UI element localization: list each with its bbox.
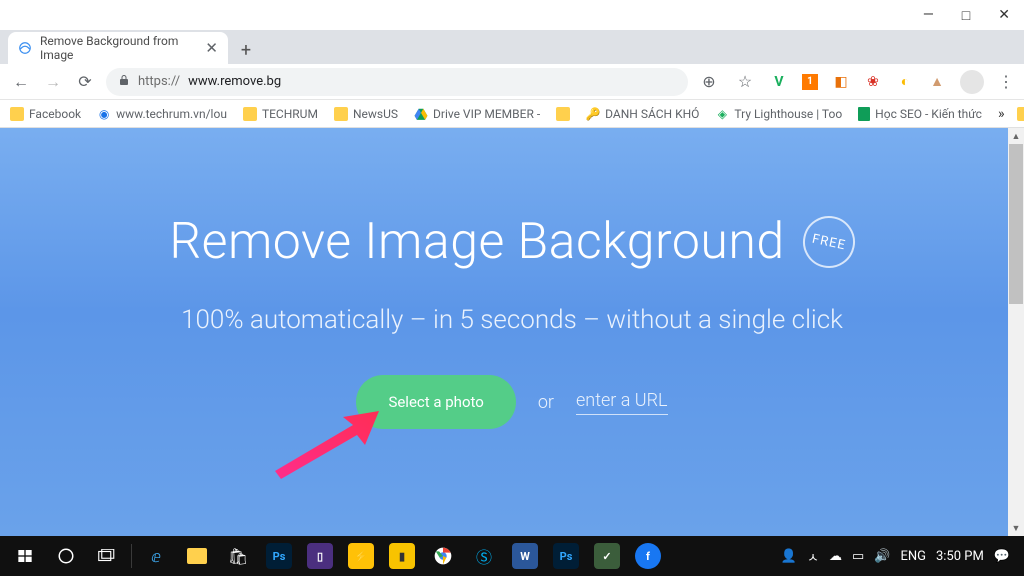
extension-icon-1[interactable]: V: [770, 73, 788, 91]
folder-icon: [334, 107, 348, 121]
bookmark-item[interactable]: NewsUS: [334, 107, 398, 121]
nav-back-button[interactable]: ←: [10, 71, 32, 93]
nav-reload-button[interactable]: ⟳: [74, 71, 96, 93]
app-icon[interactable]: Ps: [547, 536, 585, 576]
onedrive-icon[interactable]: ☁: [829, 549, 842, 564]
folder-icon: [1017, 107, 1024, 121]
extension-icon-5[interactable]: ◐: [896, 73, 914, 91]
app-icon[interactable]: ⚡: [342, 536, 380, 576]
bookmark-label: Học SEO - Kiến thức: [875, 107, 982, 121]
browser-menu-button[interactable]: ⋮: [998, 72, 1014, 91]
bookmark-item[interactable]: ◈ Try Lighthouse | Too: [715, 107, 842, 121]
people-icon[interactable]: 👤: [781, 549, 797, 564]
extension-icon-3[interactable]: ◧: [832, 73, 850, 91]
word-icon[interactable]: W: [506, 536, 544, 576]
tab-close-button[interactable]: ✕: [205, 39, 218, 57]
new-tab-button[interactable]: +: [232, 36, 260, 64]
extension-icon-6[interactable]: ▲: [928, 73, 946, 91]
bookmark-item[interactable]: 🔑 DANH SÁCH KHÓ: [586, 107, 699, 121]
app-icon[interactable]: ▮: [383, 536, 421, 576]
lock-icon: [118, 74, 130, 90]
bookmark-label: Try Lighthouse | Too: [734, 107, 842, 121]
lighthouse-icon: ◈: [715, 107, 729, 121]
extension-icon-2[interactable]: 1: [802, 74, 818, 90]
hero-subtitle: 100% automatically – in 5 seconds – with…: [0, 305, 1024, 335]
scroll-down-arrow-icon[interactable]: ▼: [1008, 520, 1024, 536]
edge-icon[interactable]: ⅇ: [137, 536, 175, 576]
scroll-up-arrow-icon[interactable]: ▲: [1008, 128, 1024, 144]
cortana-icon[interactable]: [47, 536, 85, 576]
folder-icon: [243, 107, 257, 121]
extension-icon-4[interactable]: ❀: [864, 73, 882, 91]
skype-icon[interactable]: Ⓢ: [465, 536, 503, 576]
gdrive-icon: [414, 107, 428, 121]
window-close-button[interactable]: ✕: [998, 7, 1010, 23]
address-bar: ← → ⟳ https://www.remove.bg ⊕ ☆ V 1 ◧ ❀ …: [0, 64, 1024, 100]
sheets-icon: [858, 107, 870, 121]
globe-icon: ◉: [97, 107, 111, 121]
window-minimize-button[interactable]: —: [923, 7, 934, 23]
other-bookmarks[interactable]: Other bookmarks: [1017, 107, 1024, 121]
window-maximize-button[interactable]: □: [962, 7, 970, 24]
bookmark-item[interactable]: Facebook: [10, 107, 81, 121]
enter-url-link[interactable]: enter a URL: [576, 390, 668, 415]
profile-avatar[interactable]: [960, 70, 984, 94]
zoom-icon[interactable]: ⊕: [698, 71, 720, 93]
url-host: www.remove.bg: [188, 74, 281, 89]
store-icon[interactable]: 🛍: [219, 536, 257, 576]
free-badge: FREE: [798, 211, 860, 273]
bookmark-label: Facebook: [29, 107, 81, 121]
facebook-icon[interactable]: f: [629, 536, 667, 576]
network-icon[interactable]: ▭: [852, 549, 864, 564]
app-icon[interactable]: ✓: [588, 536, 626, 576]
clock[interactable]: 3:50 PM: [936, 549, 984, 564]
bookmark-label: TECHRUM: [262, 107, 318, 121]
bookmarks-bar: Facebook ◉ www.techrum.vn/lou TECHRUM New…: [0, 100, 1024, 128]
page-content: Remove Image Background FREE 100% automa…: [0, 128, 1024, 536]
bookmark-item[interactable]: Học SEO - Kiến thức: [858, 107, 982, 121]
volume-icon[interactable]: 🔊: [874, 549, 890, 564]
app-icon[interactable]: Ps: [260, 536, 298, 576]
browser-tab[interactable]: Remove Background from Image ✕: [8, 32, 228, 64]
tray-overflow-icon[interactable]: ㅅ: [807, 547, 819, 566]
language-indicator[interactable]: ENG: [900, 549, 926, 564]
vertical-scrollbar[interactable]: ▲ ▼: [1008, 128, 1024, 536]
bookmark-label: www.techrum.vn/lou: [116, 107, 227, 121]
bookmark-item[interactable]: Drive VIP MEMBER -: [414, 107, 540, 121]
key-icon: 🔑: [586, 107, 600, 121]
tab-title: Remove Background from Image: [40, 34, 191, 62]
task-view-icon[interactable]: [88, 536, 126, 576]
file-explorer-icon[interactable]: [178, 536, 216, 576]
bookmark-label: NewsUS: [353, 107, 398, 121]
windows-taskbar: ⅇ 🛍 Ps ▯ ⚡ ▮ Ⓢ W Ps ✓ f 👤 ㅅ ☁ ▭ 🔊 ENG 3:…: [0, 536, 1024, 576]
system-tray: 👤 ㅅ ☁ ▭ 🔊 ENG 3:50 PM 💬: [781, 547, 1018, 566]
url-omnibox[interactable]: https:// www.remove.bg: [106, 68, 688, 96]
folder-icon: [556, 107, 570, 121]
bookmark-item[interactable]: ◉ www.techrum.vn/lou: [97, 107, 227, 121]
hero-title: Remove Image Background: [169, 213, 784, 271]
select-photo-button[interactable]: Select a photo: [356, 375, 515, 429]
notifications-icon[interactable]: 💬: [994, 549, 1010, 564]
start-button[interactable]: [6, 536, 44, 576]
url-scheme: https://: [138, 74, 180, 89]
bookmark-star-icon[interactable]: ☆: [734, 71, 756, 93]
tab-favicon-icon: [18, 40, 32, 56]
folder-icon: [10, 107, 24, 121]
chrome-icon[interactable]: [424, 536, 462, 576]
scrollbar-thumb[interactable]: [1009, 144, 1023, 304]
or-text: or: [538, 392, 554, 413]
tab-bar: Remove Background from Image ✕ +: [0, 30, 1024, 64]
app-icon[interactable]: ▯: [301, 536, 339, 576]
bookmark-item[interactable]: [556, 107, 570, 121]
bookmark-label: Drive VIP MEMBER -: [433, 107, 540, 121]
bookmarks-overflow-button[interactable]: »: [998, 106, 1005, 122]
bookmark-item[interactable]: TECHRUM: [243, 107, 318, 121]
bookmark-label: DANH SÁCH KHÓ: [605, 107, 699, 121]
nav-forward-button[interactable]: →: [42, 71, 64, 93]
